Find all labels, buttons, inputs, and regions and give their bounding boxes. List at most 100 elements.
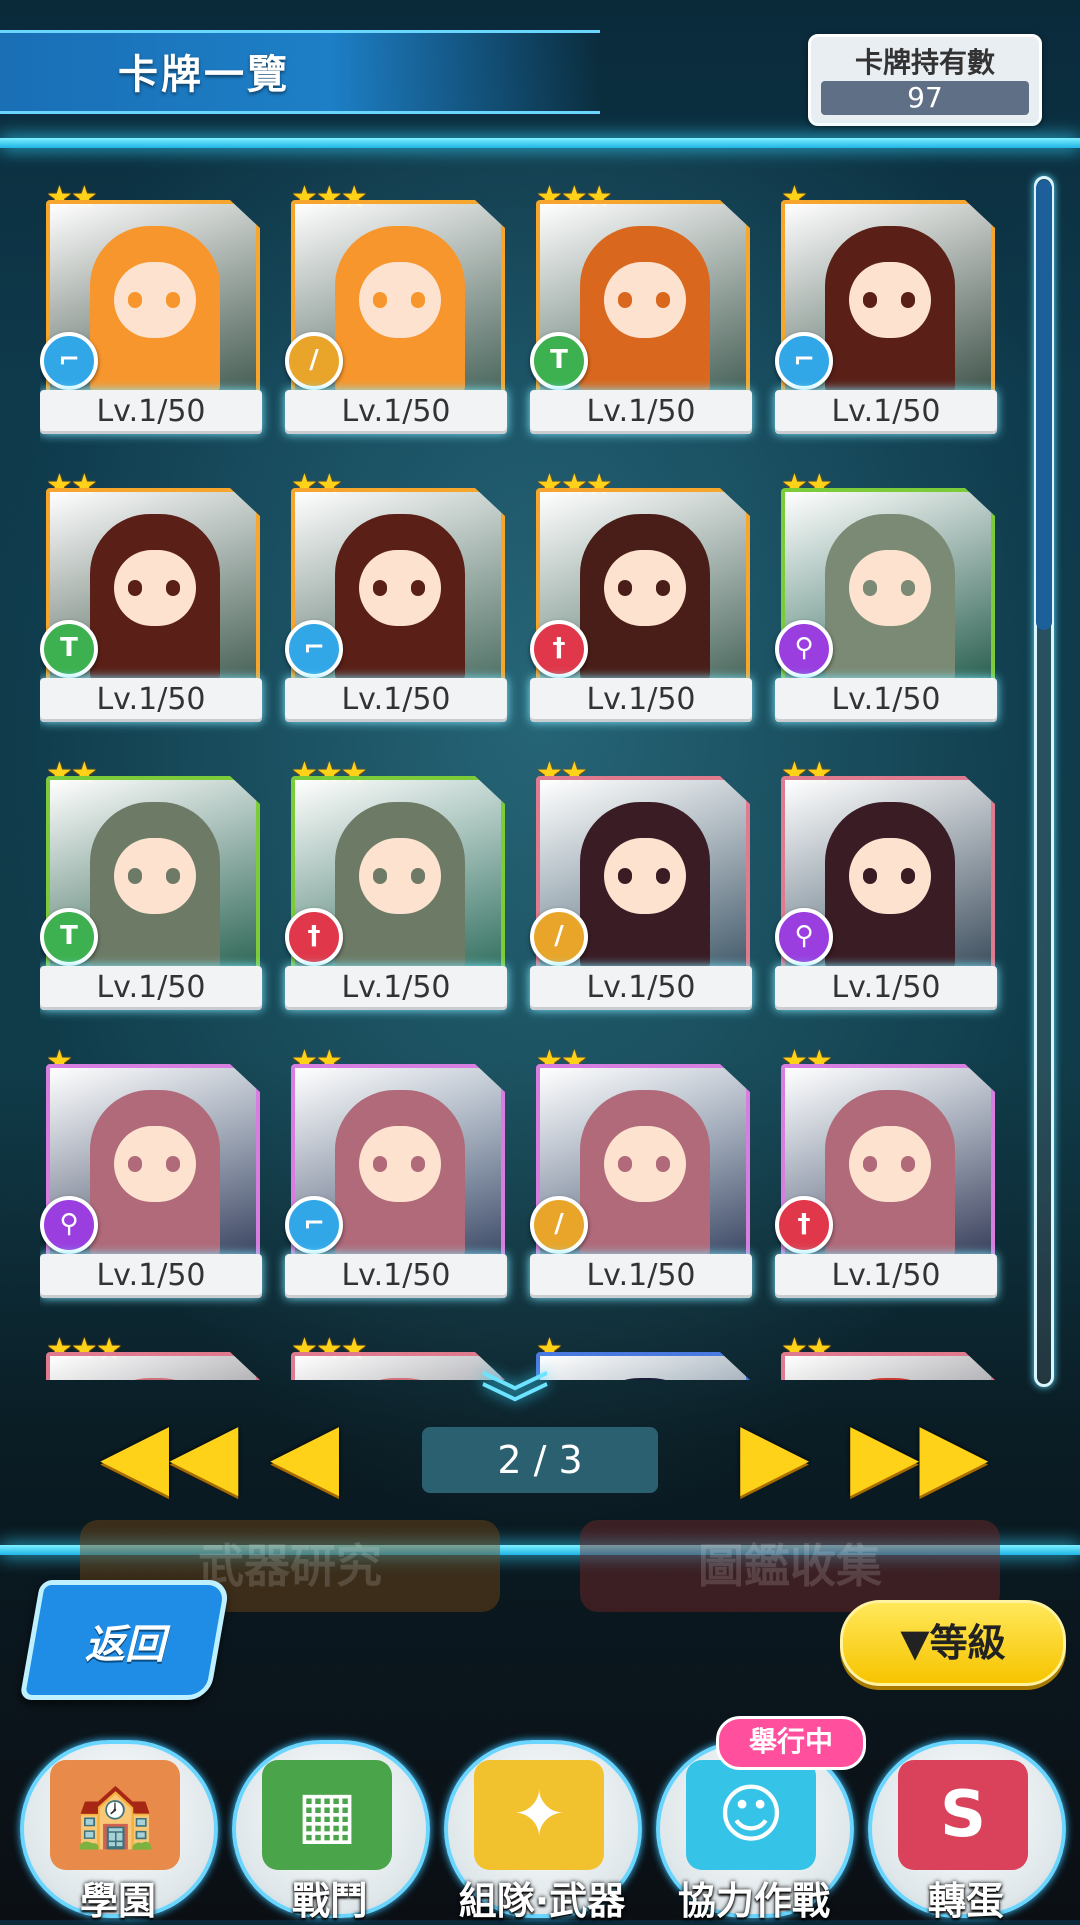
card-item[interactable]: ★★ ⌐ Lv.1/50 — [40, 180, 270, 450]
card-item[interactable]: ★★ ⌐ Lv.1/50 — [285, 468, 515, 738]
card-level: Lv.1/50 — [530, 1254, 752, 1298]
character-eye — [128, 580, 142, 596]
bg-tile-collection: 圖鑑收集 — [580, 1520, 1000, 1612]
character-face — [359, 550, 441, 626]
chalkboard-icon: ▦ — [262, 1760, 392, 1870]
character-eye — [128, 292, 142, 308]
character-eye — [373, 580, 387, 596]
character-face — [359, 838, 441, 914]
character-portrait — [46, 1352, 260, 1380]
sort-button[interactable]: ▼等級 — [840, 1600, 1066, 1686]
character-face — [849, 1126, 931, 1202]
card-item[interactable]: ★★ ⚲ Lv.1/50 — [775, 468, 1005, 738]
card-level: Lv.1/50 — [285, 1254, 507, 1298]
card-item[interactable]: ★★ T Lv.1/50 — [40, 756, 270, 1026]
card-item[interactable]: ★★★ / Lv.1/50 — [285, 180, 515, 450]
double-left-arrow-icon: ◀◀ — [100, 1402, 239, 1507]
nav-item[interactable]: 🏫 學園 — [20, 1740, 218, 1923]
right-arrow-icon: ▶ — [740, 1402, 810, 1507]
card-grid: ★★ ⌐ Lv.1/50 ★★★ / Lv.1/50 ★★★ T Lv.1/50 ★ ⌐ Lv.1/5… — [40, 180, 1010, 1380]
sword-icon: † — [775, 1196, 833, 1254]
top-frame-line — [0, 138, 1080, 148]
character-portrait — [781, 1352, 995, 1380]
character-face — [359, 262, 441, 338]
card-item[interactable]: ★★ ⚲ Lv.1/50 — [775, 756, 1005, 1026]
character-eye — [901, 1156, 915, 1172]
character-eye — [656, 580, 670, 596]
character-portrait — [291, 1352, 505, 1380]
card-book-icon: S — [898, 1760, 1028, 1870]
first-page-button[interactable]: ◀◀ — [100, 1410, 238, 1500]
card-item[interactable]: ★★★ T Lv.1/50 — [530, 180, 760, 450]
character-portrait — [536, 1352, 750, 1380]
card-level: Lv.1/50 — [530, 390, 752, 434]
gun-icon: ⌐ — [285, 620, 343, 678]
nav-label: 組隊·武器 — [458, 1879, 626, 1923]
character-eye — [901, 868, 915, 884]
character-face — [114, 1126, 196, 1202]
character-eye — [166, 868, 180, 884]
card-level: Lv.1/50 — [40, 390, 262, 434]
card-level: Lv.1/50 — [285, 966, 507, 1010]
card-item[interactable]: ★★★ † Lv.1/50 — [285, 756, 515, 1026]
nav-item[interactable]: S 轉蛋 — [868, 1740, 1066, 1923]
people-balloons-icon: ☺ — [686, 1760, 816, 1870]
character-eye — [128, 868, 142, 884]
hammer-icon: T — [530, 332, 588, 390]
card-level: Lv.1/50 — [530, 966, 752, 1010]
character-face — [849, 838, 931, 914]
nav-label: 學園 — [79, 1879, 156, 1923]
character-eye — [411, 868, 425, 884]
character-eye — [166, 292, 180, 308]
last-page-button[interactable]: ▶▶ — [850, 1410, 988, 1500]
character-eye — [901, 292, 915, 308]
card-item[interactable]: ★★ / Lv.1/50 — [530, 1044, 760, 1314]
header-banner — [0, 30, 600, 114]
scrollbar-thumb[interactable] — [1036, 180, 1052, 630]
nav-label: 轉蛋 — [927, 1879, 1004, 1923]
card-item[interactable]: ★★ T Lv.1/50 — [40, 468, 270, 738]
wand-icon: ⚲ — [775, 620, 833, 678]
character-face — [114, 838, 196, 914]
nav-item[interactable]: ▦ 戰鬥 — [232, 1740, 430, 1923]
card-item[interactable]: ★★ † Lv.1/50 — [775, 1044, 1005, 1314]
prev-page-button[interactable]: ◀ — [270, 1410, 339, 1500]
character-hair — [335, 1378, 465, 1380]
hammer-icon: T — [40, 908, 98, 966]
nav-item[interactable]: ✦ 組隊·武器 — [444, 1740, 642, 1923]
card-item[interactable]: ★★ ⌐ Lv.1/50 — [285, 1044, 515, 1314]
card-item[interactable]: ★★ / Lv.1/50 — [530, 756, 760, 1026]
character-eye — [411, 292, 425, 308]
card-item[interactable]: ★ ⌐ Lv.1/50 — [775, 180, 1005, 450]
card-count-box: 卡牌持有數 97 — [808, 34, 1042, 126]
character-eye — [411, 1156, 425, 1172]
card-item[interactable]: ★★ — [775, 1332, 1005, 1380]
card-item[interactable]: ★★★ † Lv.1/50 — [530, 468, 760, 738]
card-level: Lv.1/50 — [285, 678, 507, 722]
character-face — [114, 262, 196, 338]
card-level: Lv.1/50 — [775, 390, 997, 434]
character-eye — [656, 868, 670, 884]
card-item[interactable]: ★ ⚲ Lv.1/50 — [40, 1044, 270, 1314]
character-hair — [580, 1378, 710, 1380]
nav-label: 協力作戰 — [677, 1879, 830, 1923]
gun-icon: ⌐ — [285, 1196, 343, 1254]
character-eye — [863, 292, 877, 308]
wand-icon: ⚲ — [40, 1196, 98, 1254]
character-eye — [618, 868, 632, 884]
card-item[interactable]: ★★★ — [40, 1332, 270, 1380]
card-item[interactable]: ★ — [530, 1332, 760, 1380]
character-eye — [411, 580, 425, 596]
card-count-label: 卡牌持有數 — [854, 46, 995, 79]
character-eye — [863, 1156, 877, 1172]
character-eye — [863, 580, 877, 596]
character-eye — [373, 292, 387, 308]
character-face — [849, 550, 931, 626]
character-eye — [618, 292, 632, 308]
card-level: Lv.1/50 — [530, 678, 752, 722]
character-face — [604, 1126, 686, 1202]
next-page-button[interactable]: ▶ — [740, 1410, 809, 1500]
card-level: Lv.1/50 — [775, 1254, 997, 1298]
hammer-icon: T — [40, 620, 98, 678]
character-face — [849, 262, 931, 338]
